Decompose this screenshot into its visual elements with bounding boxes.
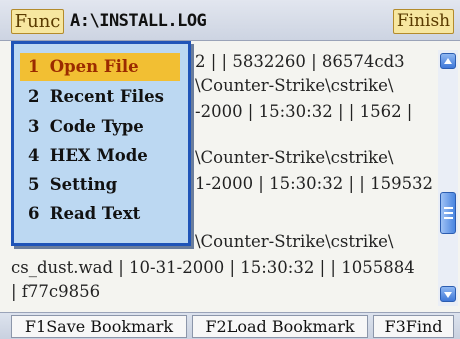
menu-item-open-file[interactable]: 1 Open File xyxy=(20,53,180,81)
scroll-thumb-grip-icon xyxy=(444,217,453,219)
file-path-title: A:\INSTALL.LOG xyxy=(70,11,207,31)
scroll-down-button[interactable] xyxy=(440,286,456,302)
menu-item-label: Read Text xyxy=(49,204,141,223)
menu-item-label: Code Type xyxy=(49,117,144,136)
vertical-scrollbar[interactable] xyxy=(438,50,458,306)
screen: Func A:\INSTALL.LOG Finish 2 | | 5832260… xyxy=(0,0,460,339)
menu-item-number: 2 xyxy=(28,87,40,106)
func-button[interactable]: Func xyxy=(11,9,64,34)
menu-item-code-type[interactable]: 3 Code Type xyxy=(20,113,180,141)
text-line: 2 | | 5832260 | 86574cd3 xyxy=(195,52,405,71)
load-bookmark-button[interactable]: F2Load Bookmark xyxy=(192,315,368,338)
text-line: \Counter-Strike\cstrike\ xyxy=(195,76,394,95)
scroll-thumb[interactable] xyxy=(440,192,456,234)
text-line: | f77c9856 xyxy=(11,282,101,301)
menu-item-label: HEX Mode xyxy=(49,146,148,165)
text-line: \Counter-Strike\cstrike\ xyxy=(195,232,394,251)
scroll-thumb-grip-icon xyxy=(444,207,453,209)
menu-item-setting[interactable]: 5 Setting xyxy=(20,171,180,199)
menu-item-number: 5 xyxy=(28,175,40,194)
text-line: -2000 | 15:30:32 | | 1562 | xyxy=(195,102,413,121)
finish-button[interactable]: Finish xyxy=(393,9,454,34)
menu-item-read-text[interactable]: 6 Read Text xyxy=(20,200,180,228)
func-menu: 1 Open File 2 Recent Files 3 Code Type 4… xyxy=(11,41,191,246)
scroll-up-arrow-icon xyxy=(444,58,452,64)
text-line: \Counter-Strike\cstrike\ xyxy=(195,148,394,167)
save-bookmark-button[interactable]: F1Save Bookmark xyxy=(11,315,187,338)
menu-item-number: 6 xyxy=(28,204,40,223)
scroll-up-button[interactable] xyxy=(440,53,456,69)
scroll-thumb-grip-icon xyxy=(444,212,453,214)
text-line: 1-2000 | 15:30:32 | | 159532 xyxy=(195,174,434,193)
menu-item-label: Setting xyxy=(49,175,118,194)
text-line: cs_dust.wad | 10-31-2000 | 15:30:32 | | … xyxy=(11,258,415,277)
top-bar: Func A:\INSTALL.LOG Finish xyxy=(0,0,460,41)
scroll-down-arrow-icon xyxy=(444,292,452,298)
bottom-bar: F1Save Bookmark F2Load Bookmark F3Find xyxy=(0,312,460,339)
find-button[interactable]: F3Find xyxy=(373,315,454,338)
menu-item-hex-mode[interactable]: 4 HEX Mode xyxy=(20,142,180,170)
menu-item-number: 4 xyxy=(28,146,40,165)
menu-item-number: 3 xyxy=(28,117,40,136)
menu-item-recent-files[interactable]: 2 Recent Files xyxy=(20,83,180,111)
menu-item-label: Recent Files xyxy=(49,87,164,106)
menu-item-number: 1 xyxy=(28,57,40,76)
menu-item-label: Open File xyxy=(49,57,139,76)
